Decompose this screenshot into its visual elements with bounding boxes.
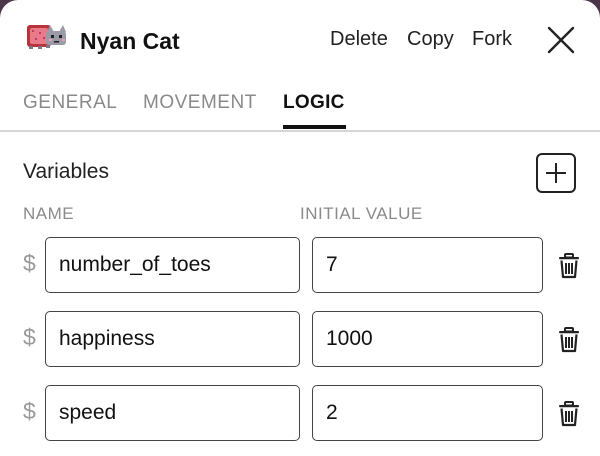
- trash-icon[interactable]: [555, 400, 583, 428]
- editor-panel: Nyan Cat Delete Copy Fork GENERAL MOVEME…: [0, 0, 600, 456]
- fork-button[interactable]: Fork: [472, 26, 512, 52]
- add-variable-button[interactable]: [536, 153, 576, 193]
- variable-name-input[interactable]: [45, 237, 300, 293]
- editor-tabs: GENERAL MOVEMENT LOGIC: [0, 84, 600, 132]
- project-title: Nyan Cat: [80, 28, 180, 54]
- editor-header: Nyan Cat Delete Copy Fork: [0, 0, 600, 80]
- trash-icon[interactable]: [555, 326, 583, 354]
- variable-name-input[interactable]: [45, 385, 300, 441]
- variable-row: $: [0, 311, 600, 369]
- tab-logic[interactable]: LOGIC: [283, 91, 345, 115]
- tab-movement[interactable]: MOVEMENT: [143, 91, 257, 115]
- variable-value-input[interactable]: [312, 385, 543, 441]
- tab-general[interactable]: GENERAL: [23, 91, 117, 115]
- nyan-cat-sprite-icon: [27, 25, 66, 49]
- trash-icon[interactable]: [555, 252, 583, 280]
- variable-value-input[interactable]: [312, 237, 543, 293]
- delete-button[interactable]: Delete: [330, 26, 388, 52]
- active-tab-indicator: [283, 125, 346, 129]
- dollar-prefix: $: [23, 324, 36, 350]
- copy-button[interactable]: Copy: [407, 26, 454, 52]
- name-column-header: NAME: [23, 204, 75, 223]
- variable-value-input[interactable]: [312, 311, 543, 367]
- plus-icon: [546, 163, 566, 183]
- dollar-prefix: $: [23, 250, 36, 276]
- dollar-prefix: $: [23, 398, 36, 424]
- project-editor-page: Nyan Cat Delete Copy Fork GENERAL MOVEME…: [0, 0, 600, 456]
- variable-row: $: [0, 237, 600, 295]
- variable-row: $: [0, 385, 600, 443]
- close-icon[interactable]: [545, 24, 577, 56]
- variable-name-input[interactable]: [45, 311, 300, 367]
- variables-section-title: Variables: [23, 160, 109, 183]
- initial-value-column-header: INITIAL VALUE: [300, 204, 423, 223]
